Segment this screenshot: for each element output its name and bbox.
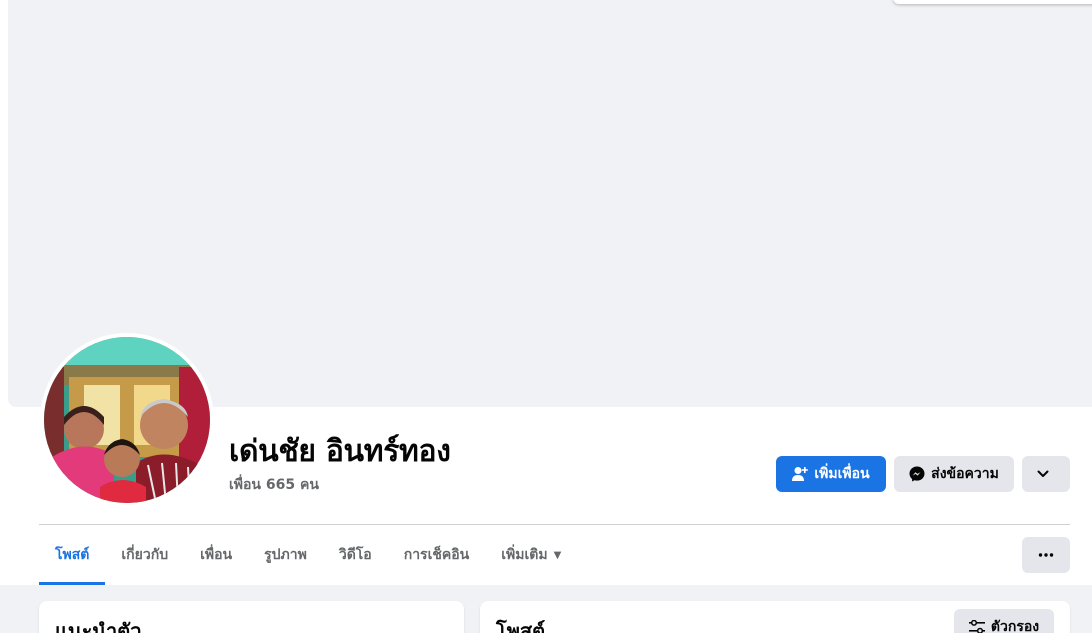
tab-videos[interactable]: วิดีโอ xyxy=(323,525,388,585)
tab-photos[interactable]: รูปภาพ xyxy=(248,525,323,585)
add-friend-label: เพิ่มเพื่อน xyxy=(814,466,870,482)
tab-label: เกี่ยวกับ xyxy=(121,547,169,563)
dropdown-edge xyxy=(893,0,1092,4)
intro-card: แนะนำตัว xyxy=(39,601,464,633)
filter-sliders-icon xyxy=(968,620,985,633)
intro-title: แนะนำตัว xyxy=(55,619,142,633)
tab-about[interactable]: เกี่ยวกับ xyxy=(105,525,184,585)
tab-checkins[interactable]: การเช็คอิน xyxy=(388,525,486,585)
tab-label: เพื่อน xyxy=(200,547,233,563)
caret-down-icon: ▼ xyxy=(553,549,562,561)
tab-label: โพสต์ xyxy=(55,547,90,563)
friend-count[interactable]: เพื่อน 665 คน xyxy=(229,474,319,496)
message-label: ส่งข้อความ xyxy=(931,466,999,482)
profile-tabs: โพสต์ เกี่ยวกับ เพื่อน รูปภาพ วิดีโอ การ… xyxy=(39,525,577,585)
message-button[interactable]: ส่งข้อความ xyxy=(894,456,1014,492)
tab-label: รูปภาพ xyxy=(264,547,307,563)
add-friend-icon xyxy=(792,467,809,481)
posts-title: โพสต์ xyxy=(496,619,546,633)
profile-name: เด่นชัย อินทร์ทอง xyxy=(229,434,451,469)
more-options-button[interactable] xyxy=(1022,537,1070,573)
tab-label: วิดีโอ xyxy=(338,547,372,563)
tab-label: การเช็คอิน xyxy=(403,547,470,563)
add-friend-button[interactable]: เพิ่มเพื่อน xyxy=(776,456,886,492)
chevron-down-icon xyxy=(1037,470,1049,477)
tab-friends[interactable]: เพื่อน xyxy=(184,525,248,585)
profile-picture[interactable] xyxy=(44,337,210,503)
tab-posts[interactable]: โพสต์ xyxy=(39,525,106,585)
profile-photo-image xyxy=(44,337,210,503)
messenger-icon xyxy=(909,466,925,482)
filter-button[interactable]: ตัวกรอง xyxy=(954,609,1054,633)
tab-label: เพิ่มเติม xyxy=(501,547,548,563)
filter-label: ตัวกรอง xyxy=(990,619,1040,633)
posts-card: โพสต์ ตัวกรอง xyxy=(480,601,1070,633)
profile-options-button[interactable] xyxy=(1022,456,1070,492)
tab-more[interactable]: เพิ่มเติม ▼ xyxy=(485,525,577,585)
ellipsis-icon xyxy=(1038,553,1054,557)
